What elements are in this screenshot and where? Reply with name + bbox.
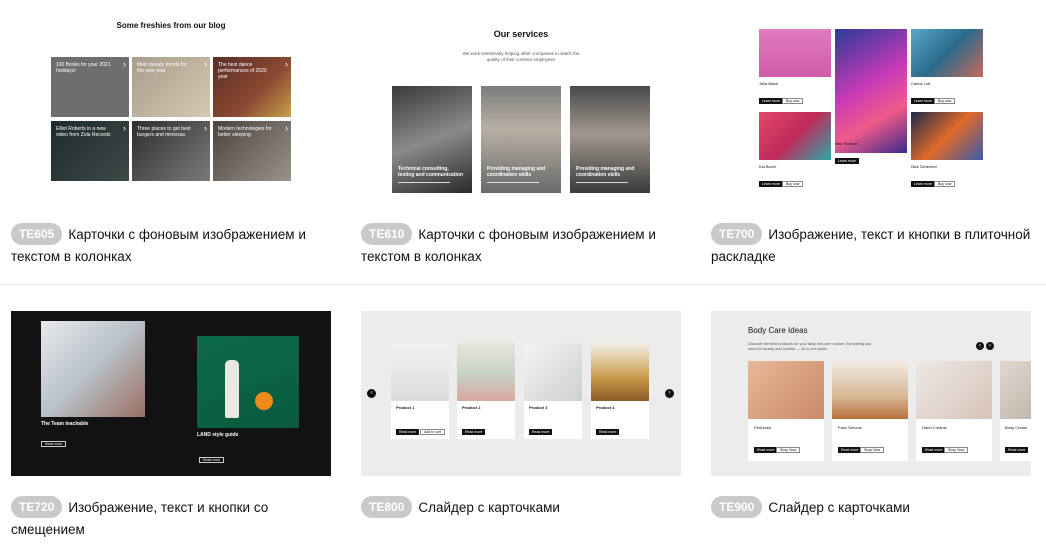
tile-image bbox=[911, 29, 983, 77]
template-code-badge: TE800 bbox=[361, 496, 413, 518]
chevron-right-icon: › bbox=[285, 123, 288, 133]
template-caption[interactable]: TE720 Изображение, текст и кнопки со смещ… bbox=[11, 496, 341, 541]
template-caption[interactable]: TE900 Слайдер с карточками bbox=[711, 496, 1041, 519]
blog-tile[interactable]: Three places to get best burgers and mim… bbox=[132, 121, 210, 181]
blog-tile[interactable]: 100 Books for your 2021 holidays! › bbox=[51, 57, 129, 117]
blog-tile[interactable]: Modern technologies for better sleeping … bbox=[213, 121, 291, 181]
service-tile[interactable]: Providing managing and coordination skil… bbox=[570, 86, 650, 193]
product-card[interactable]: Face Serums Read more Shop Now bbox=[832, 361, 908, 461]
template-code-badge: TE700 bbox=[711, 223, 763, 245]
template-title: Слайдер с карточками bbox=[418, 500, 560, 515]
template-caption[interactable]: TE800 Слайдер с карточками bbox=[361, 496, 691, 519]
blog-tile[interactable]: Main beauty trends for the new year › bbox=[132, 57, 210, 117]
chevron-right-icon: › bbox=[204, 59, 207, 69]
tile-image bbox=[759, 112, 831, 160]
product-card[interactable]: Product 2 Read more bbox=[457, 343, 515, 439]
template-title: Слайдер с карточками bbox=[768, 500, 910, 515]
tile-image bbox=[911, 112, 983, 160]
tile-image bbox=[759, 29, 831, 77]
product-card[interactable]: Hand Creams Read more Shop Now bbox=[916, 361, 992, 461]
preview-te800[interactable]: ‹ › Product 1 Read more Add to cart Prod… bbox=[361, 311, 681, 476]
template-code-badge: TE720 bbox=[11, 496, 63, 518]
preview-subtitle: We work extensively helping other compan… bbox=[462, 51, 580, 62]
tile-image bbox=[835, 29, 907, 153]
product-card[interactable]: Product 1 Read more Add to cart bbox=[391, 343, 449, 439]
product-card[interactable]: Body Cream Read more bbox=[1000, 361, 1031, 461]
preview-heading: Some freshies from our blog bbox=[116, 21, 226, 30]
offset-image bbox=[197, 336, 299, 428]
preview-te605[interactable]: Some freshies from our blog 100 Books fo… bbox=[11, 11, 331, 213]
template-code-badge: TE605 bbox=[11, 223, 63, 245]
template-caption[interactable]: TE610 Карточки с фоновым изображением и т… bbox=[361, 223, 691, 268]
preview-te610[interactable]: Our services We work extensively helping… bbox=[361, 11, 681, 213]
chevron-right-icon[interactable]: › bbox=[665, 389, 674, 398]
blog-tile[interactable]: The best dance performances of 2020 year… bbox=[213, 57, 291, 117]
offset-image bbox=[41, 321, 145, 417]
product-card[interactable]: Perfumes Read more Shop Now bbox=[748, 361, 824, 461]
chevron-right-icon: › bbox=[285, 59, 288, 69]
product-card[interactable]: Product 3 Read more bbox=[524, 343, 582, 439]
preview-te720[interactable]: The Team teachable Read more LAND style … bbox=[11, 311, 331, 476]
chevron-right-icon: › bbox=[123, 123, 126, 133]
chevron-left-icon[interactable]: ‹ bbox=[367, 389, 376, 398]
chevron-right-icon: › bbox=[204, 123, 207, 133]
product-card[interactable]: Product 4 Read more bbox=[591, 343, 649, 439]
chevron-right-icon: › bbox=[123, 59, 126, 69]
preview-heading: Our services bbox=[493, 29, 549, 39]
template-caption[interactable]: TE700 Изображение, текст и кнопки в плито… bbox=[711, 223, 1041, 268]
preview-subtitle: Discover the best products for your dail… bbox=[748, 342, 872, 351]
preview-te900[interactable]: Body Care Ideas Discover the best produc… bbox=[711, 311, 1031, 476]
blog-tile[interactable]: Elliot Roberts in a new video from Zola … bbox=[51, 121, 129, 181]
chevron-right-icon[interactable]: › bbox=[986, 342, 994, 350]
template-code-badge: TE900 bbox=[711, 496, 763, 518]
template-caption[interactable]: TE605 Карточки с фоновым изображением и т… bbox=[11, 223, 341, 268]
preview-te700[interactable]: Julia Black Learn more Buy now Max Horiz… bbox=[711, 11, 1031, 213]
preview-heading: Body Care Ideas bbox=[748, 326, 808, 335]
service-tile[interactable]: Providing managing and coordination skil… bbox=[481, 86, 561, 193]
template-code-badge: TE610 bbox=[361, 223, 413, 245]
template-gallery: Some freshies from our blog 100 Books fo… bbox=[0, 0, 1046, 547]
chevron-left-icon[interactable]: ‹ bbox=[976, 342, 984, 350]
row-divider bbox=[0, 284, 1046, 285]
service-tile[interactable]: Technical consulting, testing and commun… bbox=[392, 86, 472, 193]
